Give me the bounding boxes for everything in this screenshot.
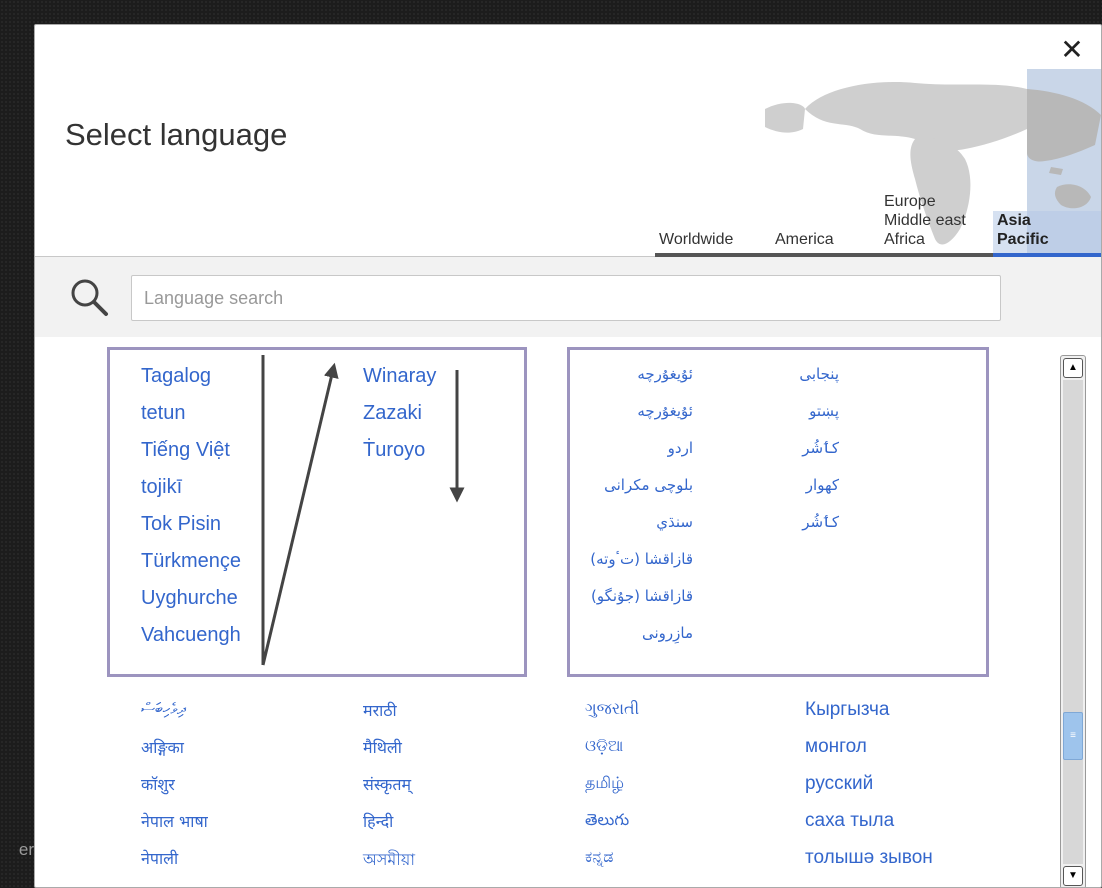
language-link[interactable]: ئۇيغۇرچە [583, 402, 693, 420]
language-link[interactable]: ಕನ್ನಡ [585, 847, 613, 867]
language-link[interactable]: Tagalog [141, 365, 211, 388]
language-link[interactable]: Türkmençe [141, 550, 241, 573]
language-link[interactable]: తెలుగు [585, 810, 629, 833]
language-link[interactable]: Ṫuroyo [363, 439, 425, 462]
language-link[interactable]: толышә зывон [805, 847, 933, 869]
search-icon [71, 279, 108, 316]
language-link[interactable]: Zazaki [363, 402, 422, 425]
language-link[interactable]: саха тыла [805, 810, 894, 832]
scroll-down-icon[interactable]: ▼ [1063, 866, 1083, 886]
language-link[interactable]: हिन्दी [363, 810, 393, 832]
language-link[interactable]: Vahcuengh [141, 624, 241, 647]
language-link[interactable]: پنجابی [779, 365, 839, 383]
language-link[interactable]: کٲشُر [779, 513, 839, 531]
language-link[interactable]: Кыргызча [805, 699, 889, 721]
language-link[interactable]: tetun [141, 402, 185, 425]
language-link[interactable]: سنڌي [583, 513, 693, 531]
region-worldwide[interactable]: Worldwide [655, 230, 769, 257]
language-link[interactable]: русский [805, 773, 873, 795]
language-link[interactable]: اردو [583, 439, 693, 457]
language-link[interactable]: संस्कृतम् [363, 773, 411, 795]
language-link[interactable]: नेपाली [141, 847, 178, 869]
language-link[interactable]: Winaray [363, 365, 436, 388]
language-link[interactable]: Tiếng Việt [141, 439, 230, 462]
language-link[interactable]: नेपाल भाषा [141, 810, 208, 832]
language-link[interactable]: کھوار [779, 476, 839, 494]
language-link[interactable]: मराठी [363, 699, 397, 721]
background-text: er [18, 840, 34, 859]
language-link[interactable]: tojikī [141, 476, 182, 499]
language-link[interactable]: کٲشُر [779, 439, 839, 457]
language-link[interactable]: कॉशुर [141, 773, 175, 795]
language-link[interactable]: Tok Pisin [141, 513, 221, 536]
language-link[interactable]: قازاقشا (تٴوتە) [583, 550, 693, 568]
dialog-title: Select language [65, 117, 288, 152]
language-link[interactable]: بلوچی مکرانی [583, 476, 693, 494]
close-icon[interactable]: ✕ [1057, 35, 1087, 65]
language-link[interactable]: मैथिली [363, 736, 402, 758]
scroll-thumb[interactable]: ≡ [1063, 712, 1083, 760]
region-america[interactable]: America [769, 230, 881, 257]
region-europe-middle-east-africa[interactable]: Europe Middle east Africa [881, 192, 993, 257]
language-link[interactable]: ଓଡ଼ିଆ [585, 736, 623, 756]
language-link[interactable]: ગુજરાતી [585, 699, 639, 719]
language-link[interactable]: монгол [805, 736, 867, 758]
region-asia-pacific[interactable]: Asia Pacific [993, 211, 1101, 257]
dialog-header: Select language ✕ Worldwide America Euro… [35, 25, 1101, 257]
scroll-up-icon[interactable]: ▲ [1063, 358, 1083, 378]
language-link[interactable]: Uyghurche [141, 587, 238, 610]
language-link[interactable]: مازِرونی [583, 624, 693, 642]
language-link[interactable]: অসমীয়া [363, 847, 415, 874]
language-list: Tagalog tetun Tiếng Việt tojikī Tok Pisi… [35, 337, 1075, 887]
language-link[interactable]: अङ्गिका [141, 736, 184, 758]
language-link[interactable]: ئۇيغۇرچە [583, 365, 693, 383]
language-link[interactable]: ދިވެހިބަސް [141, 699, 186, 719]
scroll-track[interactable] [1063, 380, 1083, 864]
list-scrollbar[interactable]: ▲ ≡ ▼ [1060, 355, 1086, 887]
region-selector: Worldwide America Europe Middle east Afr… [655, 175, 1101, 257]
language-link[interactable]: தமிழ் [585, 773, 624, 794]
language-selector-dialog: Select language ✕ Worldwide America Euro… [34, 24, 1102, 888]
language-search-input[interactable] [131, 275, 1001, 321]
language-link[interactable]: پښتو [779, 402, 839, 420]
language-link[interactable]: قازاقشا (جۇنگو) [583, 587, 693, 605]
